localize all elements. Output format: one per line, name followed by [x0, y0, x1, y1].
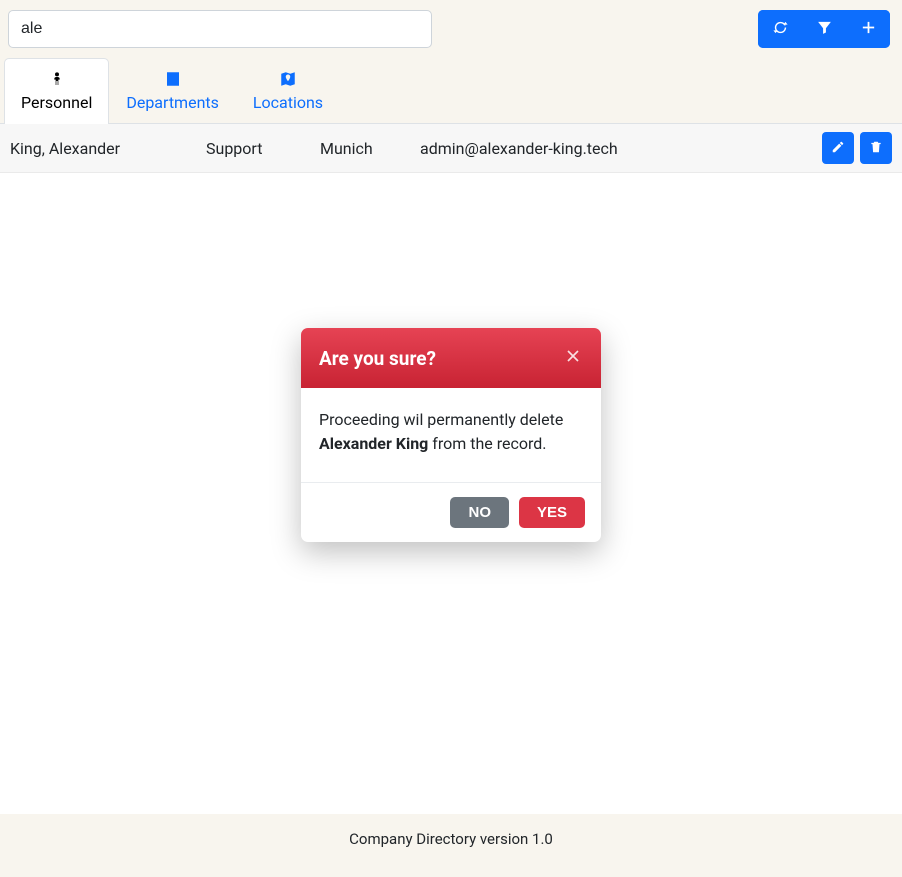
- tab-locations[interactable]: Locations: [236, 58, 340, 124]
- trash-icon: [869, 139, 883, 158]
- pencil-icon: [831, 139, 845, 158]
- map-pin-icon: [278, 69, 298, 89]
- tab-label: Personnel: [21, 93, 92, 112]
- modal-yes-button[interactable]: YES: [519, 497, 585, 528]
- cell-location: Munich: [320, 139, 420, 158]
- cell-name: King, Alexander: [10, 139, 206, 158]
- person-icon: [49, 69, 65, 89]
- filter-button[interactable]: [802, 10, 846, 48]
- building-icon: [164, 69, 182, 89]
- delete-button[interactable]: [860, 132, 892, 164]
- modal-title: Are you sure?: [319, 347, 436, 370]
- modal-body-pre: Proceeding wil permanently delete: [319, 410, 563, 429]
- modal-body-name: Alexander King: [319, 434, 428, 453]
- cell-email: admin@alexander-king.tech: [420, 139, 822, 158]
- table-row[interactable]: King, Alexander Support Munich admin@ale…: [0, 124, 902, 173]
- toolbar-buttons: [758, 10, 890, 48]
- footer-text: Company Directory version 1.0: [0, 814, 902, 864]
- cell-department: Support: [206, 139, 320, 158]
- topbar: [0, 0, 902, 58]
- tabs: Personnel Departments Locations: [0, 58, 902, 124]
- filter-icon: [816, 19, 833, 40]
- modal-close-button[interactable]: [563, 346, 583, 370]
- add-button[interactable]: [846, 10, 890, 48]
- modal-no-button[interactable]: NO: [450, 497, 509, 528]
- modal-header: Are you sure?: [301, 328, 601, 388]
- close-icon: [563, 346, 583, 370]
- tab-personnel[interactable]: Personnel: [4, 58, 109, 124]
- refresh-button[interactable]: [758, 10, 802, 48]
- search-input[interactable]: [8, 10, 432, 48]
- tab-label: Locations: [253, 93, 323, 112]
- modal-body: Proceeding wil permanently delete Alexan…: [301, 388, 601, 483]
- tab-departments[interactable]: Departments: [109, 58, 236, 124]
- refresh-icon: [772, 19, 789, 40]
- confirm-modal: Are you sure? Proceeding wil permanently…: [301, 328, 601, 542]
- modal-footer: NO YES: [301, 483, 601, 542]
- row-actions: [822, 132, 892, 164]
- plus-icon: [860, 19, 877, 40]
- tab-label: Departments: [126, 93, 219, 112]
- edit-button[interactable]: [822, 132, 854, 164]
- modal-body-post: from the record.: [428, 434, 546, 453]
